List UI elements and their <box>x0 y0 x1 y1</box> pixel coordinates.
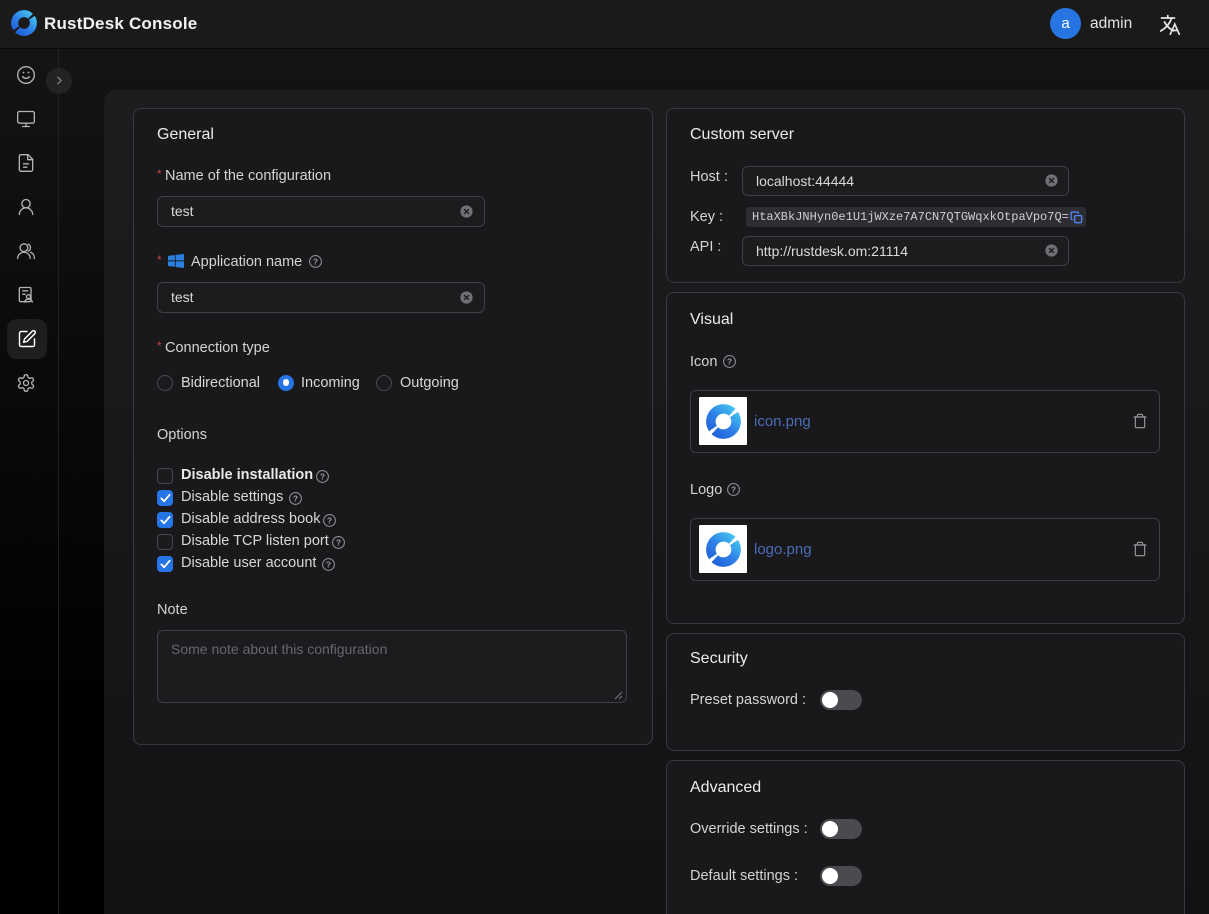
svg-text:?: ? <box>726 356 731 366</box>
svg-text:?: ? <box>327 515 332 525</box>
svg-text:?: ? <box>313 256 318 266</box>
svg-text:?: ? <box>326 559 331 569</box>
svg-text:?: ? <box>293 493 298 503</box>
svg-text:?: ? <box>336 537 341 547</box>
svg-text:?: ? <box>730 484 735 494</box>
svg-text:?: ? <box>320 471 325 481</box>
